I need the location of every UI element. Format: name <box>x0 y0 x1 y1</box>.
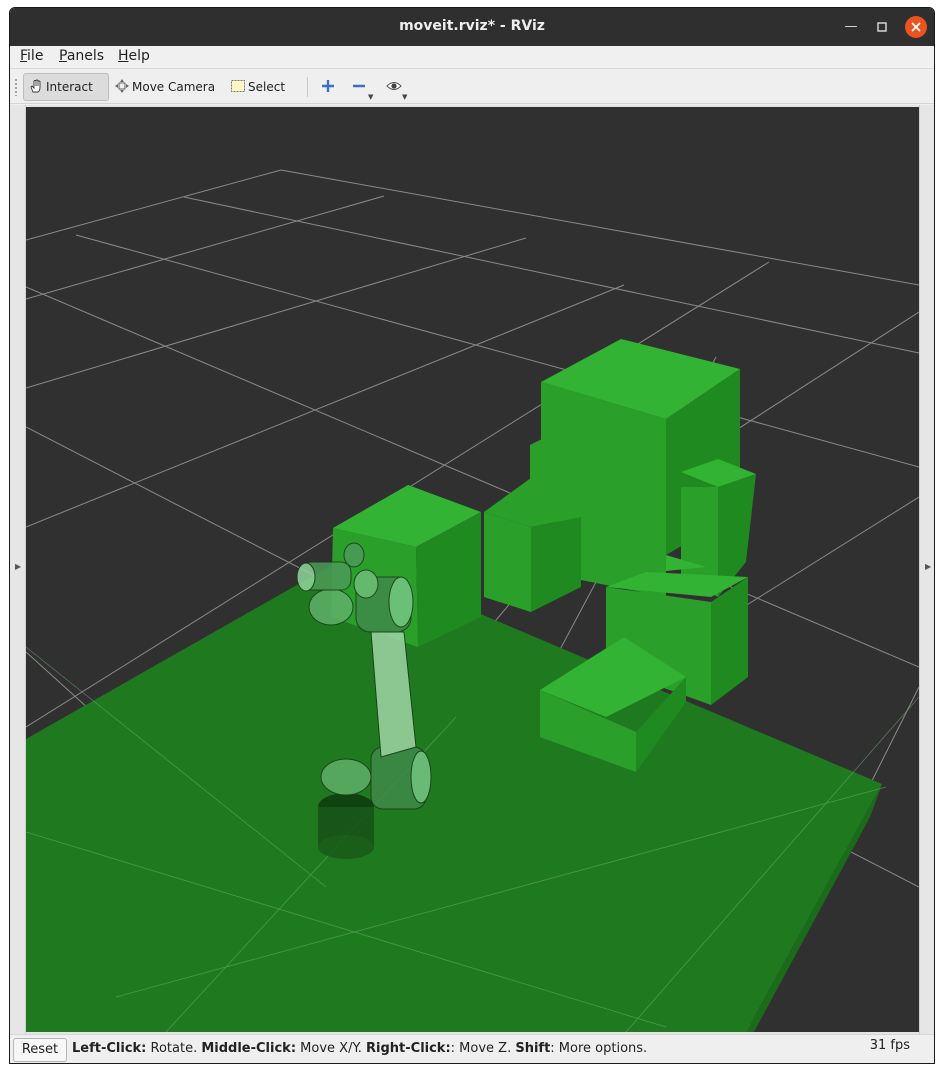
minus-icon <box>351 78 367 97</box>
hint-left-click-key: Left-Click: <box>72 1041 147 1056</box>
eye-icon <box>386 78 402 97</box>
move-camera-icon <box>114 78 130 97</box>
hand-icon <box>28 78 44 97</box>
minimize-button[interactable]: — <box>840 16 862 38</box>
title-bar[interactable]: moveit.rviz* - RViz — <box>10 8 934 46</box>
interact-label: Interact <box>46 80 93 94</box>
close-icon <box>911 22 921 32</box>
status-bar: Reset Left-Click: Rotate. Middle-Click: … <box>10 1034 934 1063</box>
mouse-hint-text: Left-Click: Rotate. Middle-Click: Move X… <box>72 1041 647 1056</box>
move-camera-label: Move Camera <box>132 80 216 94</box>
tools-toolbar: Interact Move Camera Select ▼ ▼ <box>10 68 934 104</box>
chevron-right-icon: ▶ <box>925 562 932 571</box>
hint-middle-click-key: Middle-Click: <box>201 1041 297 1056</box>
3d-render-viewport[interactable] <box>26 107 919 1032</box>
hint-middle-click-action: Move X/Y. <box>296 1041 367 1056</box>
hint-right-click-key: Right-Click: <box>366 1041 451 1056</box>
menu-file[interactable]: File <box>20 48 43 64</box>
plus-icon <box>320 78 336 97</box>
remove-dropdown-arrow-icon[interactable]: ▼ <box>368 93 373 101</box>
view-dropdown-arrow-icon[interactable]: ▼ <box>402 93 407 101</box>
hint-shift-key: Shift <box>515 1041 551 1056</box>
fps-counter: 31 fps <box>869 1038 910 1053</box>
rviz-window: moveit.rviz* - RViz — File Panels Help I… <box>9 7 935 1064</box>
right-dock-collapse-handle[interactable]: ▶ <box>919 105 934 1034</box>
reset-button[interactable]: Reset <box>13 1038 67 1062</box>
scene-canvas[interactable] <box>26 107 919 1032</box>
toolbar-separator <box>307 77 308 97</box>
move-camera-tool-button[interactable]: Move Camera <box>110 73 219 101</box>
hint-right-click-action: : Move Z. <box>450 1041 516 1056</box>
maximize-icon <box>877 22 887 32</box>
hint-left-click-action: Rotate. <box>146 1041 202 1056</box>
window-title: moveit.rviz* - RViz <box>399 18 545 34</box>
chevron-right-icon: ▶ <box>15 562 22 571</box>
render-panel-frame: ▶ ▶ <box>10 105 934 1034</box>
interact-tool-button[interactable]: Interact <box>23 73 109 101</box>
select-tool-button[interactable]: Select <box>226 73 289 101</box>
menu-bar: File Panels Help <box>10 46 934 68</box>
select-box-icon <box>230 78 246 97</box>
maximize-button[interactable] <box>871 16 893 38</box>
menu-panels[interactable]: Panels <box>59 48 104 64</box>
hint-shift-action: : More options. <box>550 1041 648 1056</box>
select-label: Select <box>248 80 286 94</box>
menu-help[interactable]: Help <box>118 48 150 64</box>
toolbar-grip[interactable] <box>14 78 18 96</box>
add-tool-button[interactable] <box>316 73 340 101</box>
close-button[interactable] <box>905 16 927 38</box>
left-dock-collapse-handle[interactable]: ▶ <box>10 105 26 1034</box>
